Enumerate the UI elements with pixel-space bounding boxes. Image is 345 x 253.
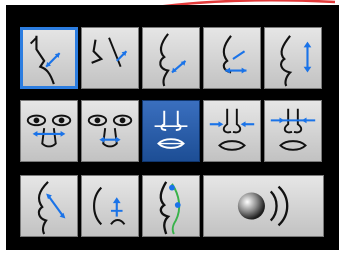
sound-wave-icon[interactable] xyxy=(203,175,324,237)
nose-length-vertical-icon[interactable] xyxy=(264,27,322,89)
nostril-lips-icon[interactable] xyxy=(142,100,200,162)
screenshot xyxy=(0,0,345,253)
nose-lips-right-icon[interactable] xyxy=(264,100,322,162)
tools-row-2 xyxy=(20,100,324,164)
nose-tip-lift-icon[interactable] xyxy=(81,27,139,89)
nose-width-icon[interactable] xyxy=(203,27,261,89)
eyes-nose-narrow-icon[interactable] xyxy=(81,100,139,162)
nose-lips-left-icon[interactable] xyxy=(203,100,261,162)
tools-row-3 xyxy=(20,175,324,239)
nose-bridge-diagonal-icon[interactable] xyxy=(20,27,78,89)
profile-chin-vertical-icon[interactable] xyxy=(81,175,139,237)
eyes-nose-width-icon[interactable] xyxy=(20,100,78,162)
tools-row-1 xyxy=(20,27,324,91)
nose-profile-tip-icon[interactable] xyxy=(142,27,200,89)
profile-diagonal-icon[interactable] xyxy=(20,175,78,237)
profile-curve-green-icon[interactable] xyxy=(142,175,200,237)
